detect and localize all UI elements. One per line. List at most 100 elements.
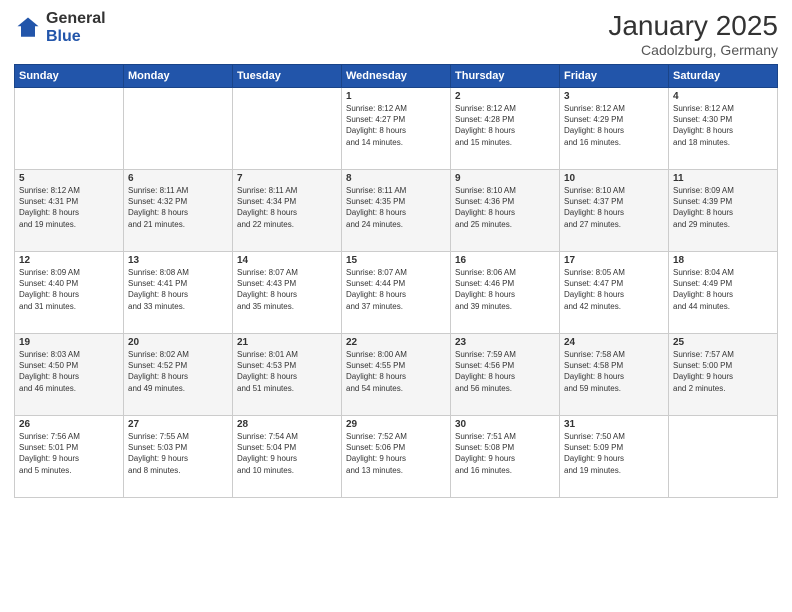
- calendar-cell: 19Sunrise: 8:03 AM Sunset: 4:50 PM Dayli…: [15, 334, 124, 416]
- calendar-cell: 27Sunrise: 7:55 AM Sunset: 5:03 PM Dayli…: [124, 416, 233, 498]
- calendar-cell: 23Sunrise: 7:59 AM Sunset: 4:56 PM Dayli…: [451, 334, 560, 416]
- calendar-week-row: 1Sunrise: 8:12 AM Sunset: 4:27 PM Daylig…: [15, 88, 778, 170]
- day-number: 22: [346, 337, 446, 348]
- day-number: 21: [237, 337, 337, 348]
- calendar-cell: 13Sunrise: 8:08 AM Sunset: 4:41 PM Dayli…: [124, 252, 233, 334]
- day-info: Sunrise: 8:04 AM Sunset: 4:49 PM Dayligh…: [673, 267, 773, 312]
- day-info: Sunrise: 8:01 AM Sunset: 4:53 PM Dayligh…: [237, 349, 337, 394]
- calendar-week-row: 26Sunrise: 7:56 AM Sunset: 5:01 PM Dayli…: [15, 416, 778, 498]
- day-info: Sunrise: 7:51 AM Sunset: 5:08 PM Dayligh…: [455, 431, 555, 476]
- calendar-cell: 28Sunrise: 7:54 AM Sunset: 5:04 PM Dayli…: [233, 416, 342, 498]
- weekday-header: Tuesday: [233, 65, 342, 88]
- day-number: 1: [346, 91, 446, 102]
- calendar-cell: 18Sunrise: 8:04 AM Sunset: 4:49 PM Dayli…: [669, 252, 778, 334]
- day-number: 7: [237, 173, 337, 184]
- day-info: Sunrise: 7:54 AM Sunset: 5:04 PM Dayligh…: [237, 431, 337, 476]
- day-info: Sunrise: 8:02 AM Sunset: 4:52 PM Dayligh…: [128, 349, 228, 394]
- day-number: 17: [564, 255, 664, 266]
- weekday-header: Monday: [124, 65, 233, 88]
- calendar-cell: 1Sunrise: 8:12 AM Sunset: 4:27 PM Daylig…: [342, 88, 451, 170]
- day-info: Sunrise: 8:03 AM Sunset: 4:50 PM Dayligh…: [19, 349, 119, 394]
- day-info: Sunrise: 8:11 AM Sunset: 4:32 PM Dayligh…: [128, 185, 228, 230]
- day-number: 29: [346, 419, 446, 430]
- calendar-week-row: 5Sunrise: 8:12 AM Sunset: 4:31 PM Daylig…: [15, 170, 778, 252]
- calendar-cell: 25Sunrise: 7:57 AM Sunset: 5:00 PM Dayli…: [669, 334, 778, 416]
- calendar-cell: [669, 416, 778, 498]
- logo-general: General: [46, 10, 106, 28]
- day-number: 27: [128, 419, 228, 430]
- day-number: 23: [455, 337, 555, 348]
- day-number: 15: [346, 255, 446, 266]
- day-info: Sunrise: 7:52 AM Sunset: 5:06 PM Dayligh…: [346, 431, 446, 476]
- day-number: 3: [564, 91, 664, 102]
- calendar-cell: 2Sunrise: 8:12 AM Sunset: 4:28 PM Daylig…: [451, 88, 560, 170]
- day-number: 4: [673, 91, 773, 102]
- calendar-cell: 29Sunrise: 7:52 AM Sunset: 5:06 PM Dayli…: [342, 416, 451, 498]
- day-info: Sunrise: 8:11 AM Sunset: 4:35 PM Dayligh…: [346, 185, 446, 230]
- day-info: Sunrise: 8:08 AM Sunset: 4:41 PM Dayligh…: [128, 267, 228, 312]
- day-number: 6: [128, 173, 228, 184]
- day-info: Sunrise: 7:55 AM Sunset: 5:03 PM Dayligh…: [128, 431, 228, 476]
- day-number: 11: [673, 173, 773, 184]
- weekday-header: Saturday: [669, 65, 778, 88]
- day-info: Sunrise: 8:05 AM Sunset: 4:47 PM Dayligh…: [564, 267, 664, 312]
- day-info: Sunrise: 7:50 AM Sunset: 5:09 PM Dayligh…: [564, 431, 664, 476]
- logo: General Blue: [14, 10, 106, 45]
- day-number: 9: [455, 173, 555, 184]
- day-info: Sunrise: 8:10 AM Sunset: 4:36 PM Dayligh…: [455, 185, 555, 230]
- title-block: January 2025 Cadolzburg, Germany: [608, 10, 778, 58]
- day-info: Sunrise: 7:59 AM Sunset: 4:56 PM Dayligh…: [455, 349, 555, 394]
- day-number: 19: [19, 337, 119, 348]
- day-number: 18: [673, 255, 773, 266]
- calendar-cell: 26Sunrise: 7:56 AM Sunset: 5:01 PM Dayli…: [15, 416, 124, 498]
- calendar-cell: 5Sunrise: 8:12 AM Sunset: 4:31 PM Daylig…: [15, 170, 124, 252]
- weekday-header: Wednesday: [342, 65, 451, 88]
- day-number: 28: [237, 419, 337, 430]
- calendar-cell: 15Sunrise: 8:07 AM Sunset: 4:44 PM Dayli…: [342, 252, 451, 334]
- day-info: Sunrise: 7:57 AM Sunset: 5:00 PM Dayligh…: [673, 349, 773, 394]
- day-number: 26: [19, 419, 119, 430]
- calendar-cell: 14Sunrise: 8:07 AM Sunset: 4:43 PM Dayli…: [233, 252, 342, 334]
- calendar-cell: 20Sunrise: 8:02 AM Sunset: 4:52 PM Dayli…: [124, 334, 233, 416]
- day-info: Sunrise: 8:10 AM Sunset: 4:37 PM Dayligh…: [564, 185, 664, 230]
- day-number: 24: [564, 337, 664, 348]
- day-number: 12: [19, 255, 119, 266]
- calendar-cell: 12Sunrise: 8:09 AM Sunset: 4:40 PM Dayli…: [15, 252, 124, 334]
- calendar-cell: 16Sunrise: 8:06 AM Sunset: 4:46 PM Dayli…: [451, 252, 560, 334]
- calendar-cell: 11Sunrise: 8:09 AM Sunset: 4:39 PM Dayli…: [669, 170, 778, 252]
- day-number: 25: [673, 337, 773, 348]
- day-info: Sunrise: 8:09 AM Sunset: 4:40 PM Dayligh…: [19, 267, 119, 312]
- calendar-subtitle: Cadolzburg, Germany: [608, 42, 778, 58]
- logo-text: General Blue: [46, 10, 106, 45]
- calendar-week-row: 12Sunrise: 8:09 AM Sunset: 4:40 PM Dayli…: [15, 252, 778, 334]
- day-number: 30: [455, 419, 555, 430]
- calendar-title: January 2025: [608, 10, 778, 42]
- weekday-header: Thursday: [451, 65, 560, 88]
- calendar-cell: [15, 88, 124, 170]
- calendar-cell: 7Sunrise: 8:11 AM Sunset: 4:34 PM Daylig…: [233, 170, 342, 252]
- day-number: 13: [128, 255, 228, 266]
- calendar-cell: [124, 88, 233, 170]
- day-info: Sunrise: 8:12 AM Sunset: 4:28 PM Dayligh…: [455, 103, 555, 148]
- day-number: 14: [237, 255, 337, 266]
- day-info: Sunrise: 8:12 AM Sunset: 4:31 PM Dayligh…: [19, 185, 119, 230]
- calendar-cell: 9Sunrise: 8:10 AM Sunset: 4:36 PM Daylig…: [451, 170, 560, 252]
- weekday-header-row: SundayMondayTuesdayWednesdayThursdayFrid…: [15, 65, 778, 88]
- calendar-cell: 10Sunrise: 8:10 AM Sunset: 4:37 PM Dayli…: [560, 170, 669, 252]
- calendar-cell: 31Sunrise: 7:50 AM Sunset: 5:09 PM Dayli…: [560, 416, 669, 498]
- calendar-cell: 30Sunrise: 7:51 AM Sunset: 5:08 PM Dayli…: [451, 416, 560, 498]
- day-info: Sunrise: 8:12 AM Sunset: 4:27 PM Dayligh…: [346, 103, 446, 148]
- day-info: Sunrise: 8:06 AM Sunset: 4:46 PM Dayligh…: [455, 267, 555, 312]
- header: General Blue January 2025 Cadolzburg, Ge…: [14, 10, 778, 58]
- calendar-cell: 22Sunrise: 8:00 AM Sunset: 4:55 PM Dayli…: [342, 334, 451, 416]
- day-info: Sunrise: 8:12 AM Sunset: 4:30 PM Dayligh…: [673, 103, 773, 148]
- day-number: 31: [564, 419, 664, 430]
- calendar-table: SundayMondayTuesdayWednesdayThursdayFrid…: [14, 64, 778, 498]
- day-number: 2: [455, 91, 555, 102]
- day-info: Sunrise: 8:09 AM Sunset: 4:39 PM Dayligh…: [673, 185, 773, 230]
- calendar-cell: 4Sunrise: 8:12 AM Sunset: 4:30 PM Daylig…: [669, 88, 778, 170]
- day-number: 5: [19, 173, 119, 184]
- weekday-header: Sunday: [15, 65, 124, 88]
- calendar-cell: 3Sunrise: 8:12 AM Sunset: 4:29 PM Daylig…: [560, 88, 669, 170]
- day-number: 8: [346, 173, 446, 184]
